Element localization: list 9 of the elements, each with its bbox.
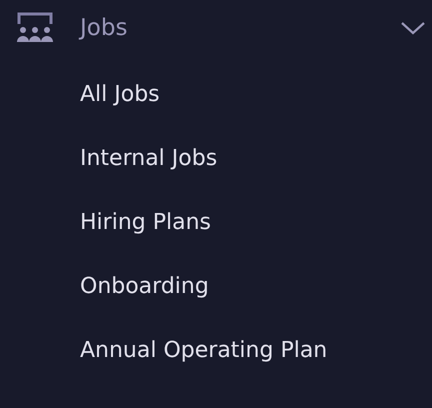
nav-link[interactable]: All Jobs <box>80 63 160 127</box>
section-title: Jobs <box>80 15 128 41</box>
nav-link[interactable]: Hiring Plans <box>80 191 211 255</box>
nav-link[interactable]: Annual Operating Plan <box>80 319 328 383</box>
chevron-icon[interactable] <box>400 20 426 36</box>
nav-link[interactable]: Internal Jobs <box>80 127 218 191</box>
nav-link[interactable]: Onboarding <box>80 255 209 319</box>
jobs-section-header[interactable]: Jobs <box>0 8 432 48</box>
people-board-icon <box>16 12 54 44</box>
